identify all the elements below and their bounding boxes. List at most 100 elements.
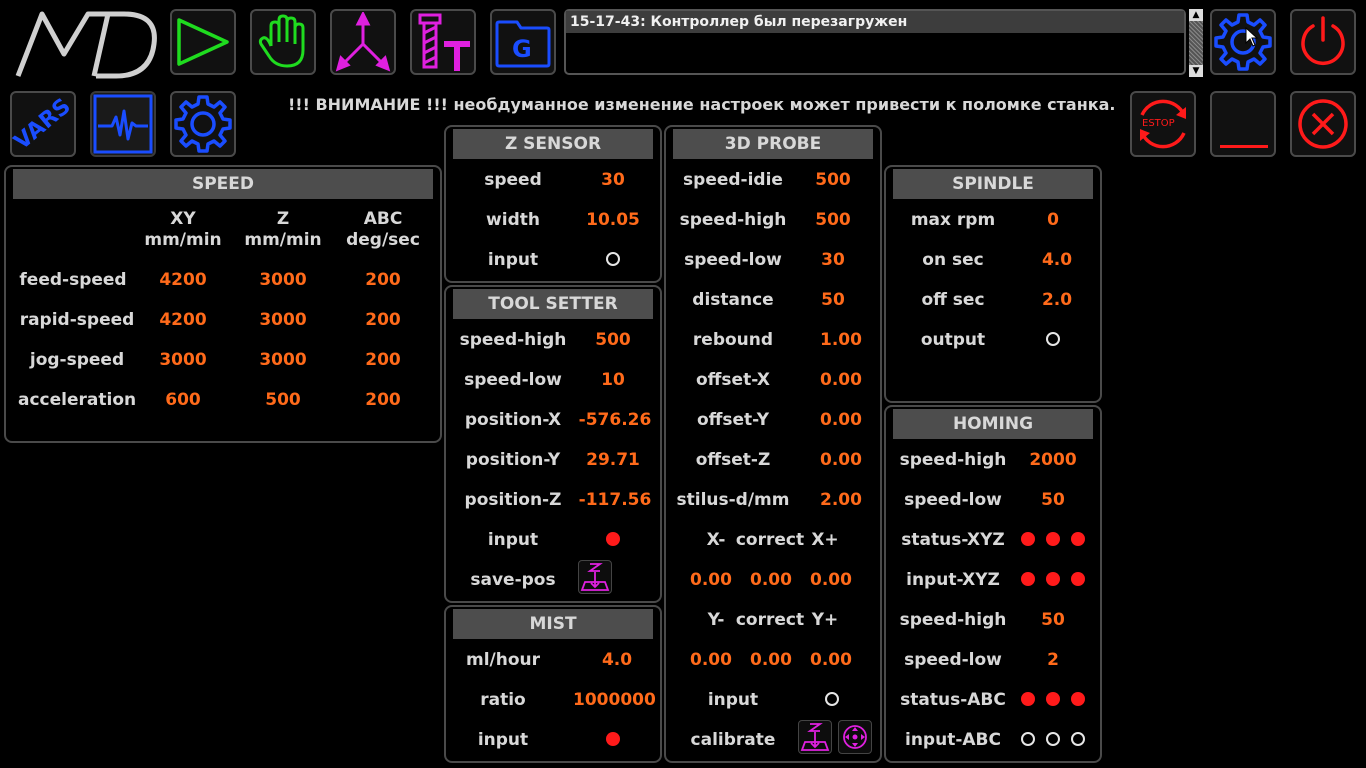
gear-icon (1214, 13, 1272, 71)
homing-status-x-indicator (1021, 532, 1035, 546)
probe-input-label: input (707, 690, 759, 710)
message-log[interactable]: 15-17-43: Контроллер был перезагружен (564, 9, 1186, 75)
tool-icon (418, 13, 470, 71)
homing-value[interactable]: 50 (1013, 490, 1093, 510)
calibrate-z-button[interactable] (798, 720, 832, 754)
settings-button[interactable] (170, 91, 236, 157)
probe-correct-x-minus: X- (706, 530, 726, 550)
gcode-button[interactable]: G (490, 9, 556, 75)
speed-header-xy: XY (170, 209, 196, 229)
minimize-button[interactable] (1210, 91, 1276, 157)
speed-value[interactable]: 3000 (243, 270, 323, 290)
homing-label: input-XYZ (906, 570, 1000, 590)
speed-value[interactable]: 600 (143, 390, 223, 410)
toolsetter-label: position-Z (464, 490, 562, 510)
speed-value[interactable]: 200 (343, 270, 423, 290)
probe-value[interactable]: 0.00 (801, 410, 881, 430)
speed-row-label: rapid-speed (19, 310, 135, 330)
run-button[interactable] (170, 9, 236, 75)
power-button[interactable] (1290, 9, 1356, 75)
speed-value[interactable]: 3000 (243, 350, 323, 370)
probe-correct-x-value[interactable]: 0.00 (681, 570, 741, 590)
spindle-label: output (920, 330, 986, 350)
speed-value[interactable]: 3000 (243, 310, 323, 330)
homing-input-y-indicator (1046, 572, 1060, 586)
calibrate-xy-button[interactable] (838, 720, 872, 754)
probe-correct-y-value[interactable]: 0.00 (741, 650, 801, 670)
play-icon (177, 18, 229, 66)
mist-value[interactable]: 4.0 (573, 650, 661, 670)
speed-value[interactable]: 3000 (143, 350, 223, 370)
zsensor-value[interactable]: 10.05 (573, 210, 653, 230)
toolsetter-value[interactable]: 500 (573, 330, 653, 350)
homing-label: speed-high (899, 610, 1007, 630)
probe-value[interactable]: 0.00 (801, 370, 881, 390)
manual-button[interactable] (250, 9, 316, 75)
homing-value[interactable]: 2000 (1013, 450, 1093, 470)
toolsetter-value[interactable]: -576.26 (573, 410, 657, 430)
zsensor-value[interactable]: 30 (573, 170, 653, 190)
speed-row-label: jog-speed (29, 350, 125, 370)
probe-value[interactable]: 2.00 (801, 490, 881, 510)
homing-value[interactable]: 2 (1013, 650, 1093, 670)
speed-value[interactable]: 500 (243, 390, 323, 410)
mist-value[interactable]: 1000000 (573, 690, 656, 710)
homing-status-z-indicator (1071, 532, 1085, 546)
homing-input-c-indicator (1071, 732, 1085, 746)
probe-value[interactable]: 1.00 (801, 330, 881, 350)
toolsetter-value[interactable]: -117.56 (573, 490, 657, 510)
close-button[interactable] (1290, 91, 1356, 157)
probe-correct-x-value[interactable]: 0.00 (741, 570, 801, 590)
mist-label: input (477, 730, 529, 750)
tool-button[interactable] (410, 9, 476, 75)
probe-label: stilus-d/mm (676, 490, 790, 510)
speed-value[interactable]: 200 (343, 390, 423, 410)
probe-value[interactable]: 500 (793, 210, 873, 230)
speed-title: SPEED (13, 169, 433, 199)
probe-correct-y-value[interactable]: 0.00 (801, 650, 861, 670)
probe-label: offset-Y (696, 410, 770, 430)
pulse-icon (93, 94, 153, 154)
probe-value[interactable]: 500 (793, 170, 873, 190)
spindle-value[interactable]: 2.0 (1017, 290, 1097, 310)
homing-label: speed-low (904, 650, 1002, 670)
save-pos-button[interactable] (578, 560, 612, 594)
vars-button[interactable]: VARS (10, 91, 76, 157)
homing-value[interactable]: 50 (1013, 610, 1093, 630)
speed-header-xy-unit: mm/min (144, 230, 222, 250)
toolsetter-label: position-Y (465, 450, 561, 470)
axes-button[interactable] (330, 9, 396, 75)
gcode-label: G (512, 35, 532, 63)
probe-value[interactable]: 30 (793, 250, 873, 270)
scope-button[interactable] (90, 91, 156, 157)
speed-value[interactable]: 200 (343, 310, 423, 330)
probe-label: speed-low (684, 250, 782, 270)
homing-label: speed-high (899, 450, 1007, 470)
estop-button[interactable]: ESTOP (1130, 91, 1196, 157)
speed-value[interactable]: 4200 (143, 270, 223, 290)
spindle-value[interactable]: 0 (1013, 210, 1093, 230)
toolsetter-value[interactable]: 10 (573, 370, 653, 390)
toolsetter-label: speed-high (459, 330, 567, 350)
probe-correct-y-label: correct (735, 610, 805, 630)
settings-top-button[interactable] (1210, 9, 1276, 75)
scroll-up-icon[interactable]: ▲ (1189, 9, 1203, 21)
probe-value[interactable]: 0.00 (801, 450, 881, 470)
spindle-label: on sec (922, 250, 984, 270)
probe-value[interactable]: 50 (793, 290, 873, 310)
zsensor-label: speed (484, 170, 542, 190)
toolsetter-value[interactable]: 29.71 (573, 450, 653, 470)
scroll-down-icon[interactable]: ▼ (1189, 65, 1203, 77)
spindle-value[interactable]: 4.0 (1017, 250, 1097, 270)
speed-value[interactable]: 4200 (143, 310, 223, 330)
estop-label: ESTOP (1142, 118, 1175, 129)
probe-label: speed-high (679, 210, 787, 230)
probe-correct-y-value[interactable]: 0.00 (681, 650, 741, 670)
homing-status-a-indicator (1021, 692, 1035, 706)
spindle-output-indicator (1046, 332, 1060, 346)
message-scrollbar[interactable]: ▲ ▼ (1189, 9, 1203, 77)
z-probe-icon (580, 563, 610, 591)
toolsetter-label: speed-low (464, 370, 562, 390)
speed-value[interactable]: 200 (343, 350, 423, 370)
probe-correct-x-value[interactable]: 0.00 (801, 570, 861, 590)
